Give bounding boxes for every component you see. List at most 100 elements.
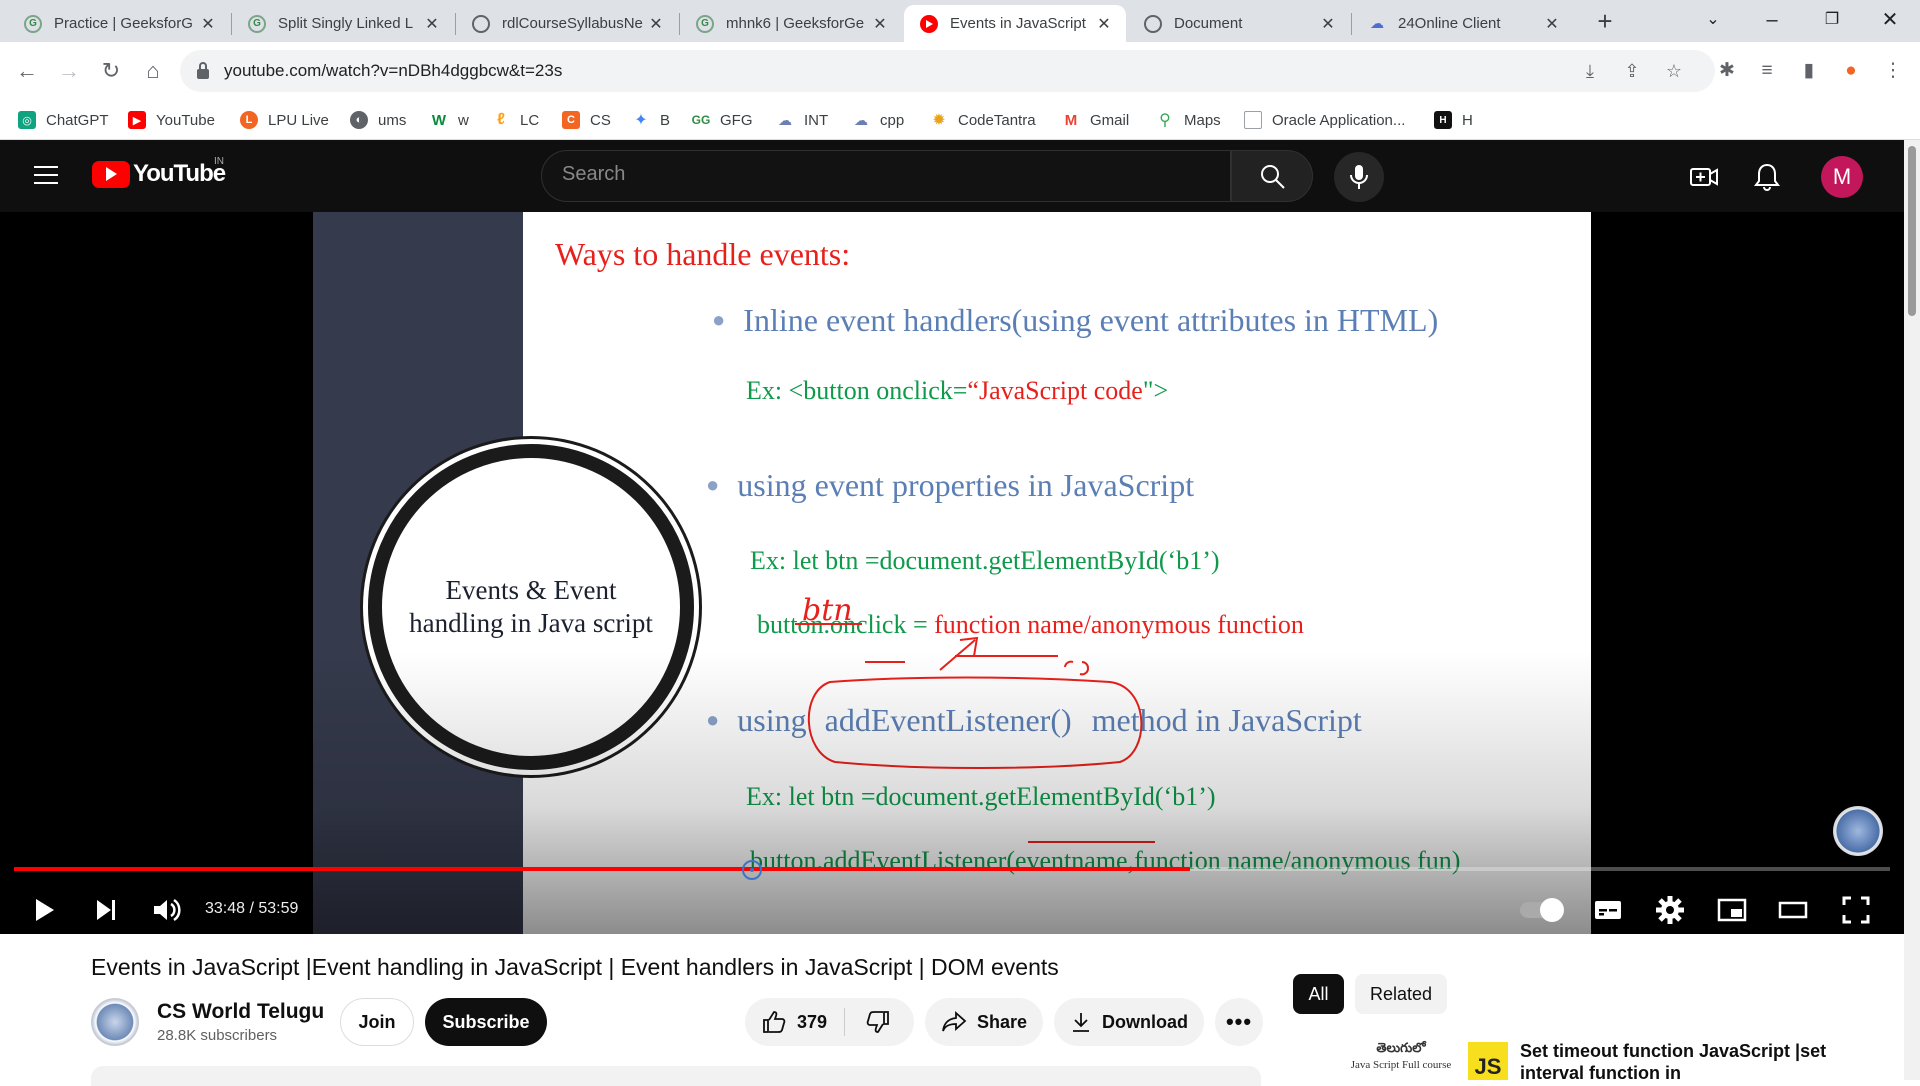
slide-example-getbyid: Ex: let btn =document.getElementById(‘b1… (750, 546, 1220, 575)
gfg-icon: G (696, 14, 714, 33)
bookmark-chatgpt[interactable]: ◎ ChatGPT (18, 108, 109, 132)
home-button[interactable]: ⌂ (136, 54, 170, 88)
next-video-icon[interactable] (88, 892, 124, 928)
recommended-thumbnail-text[interactable]: తెలుగులో Java Script Full course (1336, 1040, 1466, 1071)
new-tab-button[interactable]: + (1590, 6, 1620, 36)
chip-all[interactable]: All (1293, 974, 1344, 1014)
close-icon[interactable]: ✕ (1542, 14, 1562, 34)
join-button[interactable]: Join (340, 998, 414, 1046)
tab-course-syllabus[interactable]: rdlCourseSyllabusNe ✕ (456, 5, 678, 42)
close-icon[interactable]: ✕ (1094, 14, 1114, 34)
reload-button[interactable]: ↻ (94, 54, 128, 88)
bookmark-youtube[interactable]: ▶ YouTube (128, 108, 215, 132)
search-input[interactable] (562, 163, 1202, 186)
youtube-header: YouTube IN M (0, 140, 1904, 212)
description-box[interactable] (91, 1066, 1261, 1086)
page-scrollbar[interactable] (1904, 140, 1920, 1080)
thumbs-down-icon[interactable] (865, 1009, 891, 1035)
subscribe-button[interactable]: Subscribe (425, 998, 547, 1046)
minimize-button[interactable]: – (1752, 4, 1792, 36)
bullet-text: Inline event handlers(using event attrib… (743, 302, 1439, 338)
bookmark-int[interactable]: ☁ INT (776, 108, 828, 132)
bookmark-maps[interactable]: ⚲ Maps (1156, 108, 1221, 132)
chatgpt-icon: ◎ (18, 111, 36, 129)
bookmark-h[interactable]: HH (1434, 108, 1473, 132)
example-text: Ex: <button onclick= (746, 376, 968, 405)
chip-related[interactable]: Related (1355, 974, 1447, 1014)
thumbs-up-icon[interactable] (761, 1009, 787, 1035)
fullscreen-icon[interactable] (1838, 892, 1874, 928)
close-icon[interactable]: ✕ (422, 14, 442, 34)
bookmark-star-icon[interactable]: ☆ (1662, 59, 1686, 83)
video-player[interactable]: Ways to handle events: ● Inline event han… (0, 212, 1904, 934)
bookmark-label: CS (590, 111, 611, 129)
channel-watermark[interactable] (1833, 806, 1883, 856)
forward-button[interactable]: → (52, 54, 86, 88)
notifications-bell-icon[interactable] (1752, 162, 1782, 192)
restore-button[interactable]: ❐ (1812, 4, 1852, 36)
reading-list-icon[interactable]: ≡ (1750, 54, 1784, 88)
bookmark-b[interactable]: ✦ B (632, 108, 670, 132)
share-button[interactable]: Share (925, 998, 1043, 1046)
url-text: youtube.com/watch?v=nDBh4dggbcw&t=23s (224, 61, 563, 80)
back-button[interactable]: ← (10, 54, 44, 88)
voice-search-button[interactable] (1334, 152, 1384, 202)
side-panel-icon[interactable]: ▮ (1792, 54, 1826, 88)
close-window-button[interactable]: ✕ (1870, 4, 1910, 36)
thumbnail-caption: తెలుగులో (1376, 1040, 1426, 1055)
tab-split-linked-list[interactable]: G Split Singly Linked L ✕ (232, 5, 454, 42)
extensions-icon[interactable]: ✱ (1710, 54, 1744, 88)
scrollbar-thumb[interactable] (1908, 146, 1916, 316)
tab-document[interactable]: Document ✕ (1128, 5, 1350, 42)
miniplayer-icon[interactable] (1714, 892, 1750, 928)
play-icon[interactable] (26, 892, 62, 928)
autoplay-toggle[interactable] (1520, 898, 1564, 922)
bookmark-gmail[interactable]: M Gmail (1062, 108, 1129, 132)
subtitles-icon[interactable] (1590, 892, 1626, 928)
close-icon[interactable]: ✕ (1318, 14, 1338, 34)
recommended-video-title[interactable]: Set timeout function JavaScript |set int… (1520, 1040, 1840, 1084)
youtube-logo[interactable]: YouTube IN (92, 156, 226, 188)
theater-mode-icon[interactable] (1775, 892, 1811, 928)
close-icon[interactable]: ✕ (870, 14, 890, 34)
bookmark-lc[interactable]: ℓ LC (492, 108, 539, 132)
bookmark-label: Maps (1184, 111, 1221, 129)
share-page-icon[interactable]: ⇪ (1620, 59, 1644, 83)
bookmark-ums[interactable]: ◐ ums (350, 108, 406, 132)
close-icon[interactable]: ✕ (198, 14, 218, 34)
bookmark-oracle[interactable]: Oracle Application... (1244, 108, 1405, 132)
progress-bar[interactable] (14, 867, 1890, 871)
address-bar[interactable]: youtube.com/watch?v=nDBh4dggbcw&t=23s ⤓ … (180, 50, 1715, 92)
search-button[interactable] (1231, 150, 1313, 202)
example-value: “JavaScript code (967, 376, 1143, 405)
account-avatar[interactable]: M (1821, 156, 1863, 198)
settings-gear-icon[interactable] (1652, 892, 1688, 928)
search-icon (1261, 165, 1285, 189)
tab-search-icon[interactable]: ⌄ (1693, 4, 1733, 36)
like-count[interactable]: 379 (797, 1012, 827, 1033)
channel-avatar[interactable] (91, 998, 139, 1046)
hamburger-menu-icon[interactable] (34, 166, 58, 186)
volume-icon[interactable] (148, 892, 184, 928)
download-button[interactable]: Download (1054, 998, 1204, 1046)
channel-name[interactable]: CS World Telugu (157, 1000, 324, 1024)
menu-icon[interactable]: ⋮ (1876, 54, 1910, 88)
close-icon[interactable]: ✕ (646, 14, 666, 34)
create-video-icon[interactable] (1689, 162, 1719, 192)
tab-practice-gfg[interactable]: G Practice | GeeksforG ✕ (8, 5, 230, 42)
bookmark-lpu-live[interactable]: L LPU Live (240, 108, 329, 132)
bookmark-cs[interactable]: C CS (562, 108, 611, 132)
bookmark-label: Oracle Application... (1272, 111, 1406, 129)
download-icon (1073, 1013, 1089, 1032)
bookmark-cpp[interactable]: ☁ cpp (852, 108, 904, 132)
tab-mhnk6-gfg[interactable]: G mhnk6 | GeeksforGe ✕ (680, 5, 902, 42)
youtube-play-icon (92, 160, 130, 188)
bookmark-w[interactable]: Ww (430, 108, 469, 132)
more-actions-button[interactable]: ••• (1215, 998, 1263, 1046)
install-icon[interactable]: ⤓ (1578, 59, 1602, 83)
bookmark-codetantra[interactable]: ✹ CodeTantra (930, 108, 1036, 132)
bookmark-gfg[interactable]: GG GFG (692, 108, 753, 132)
tab-24online-client[interactable]: ☁ 24Online Client ✕ (1352, 5, 1574, 42)
tab-events-in-javascript[interactable]: Events in JavaScript ✕ (904, 5, 1126, 42)
profile-extension-icon[interactable]: ● (1834, 54, 1868, 88)
